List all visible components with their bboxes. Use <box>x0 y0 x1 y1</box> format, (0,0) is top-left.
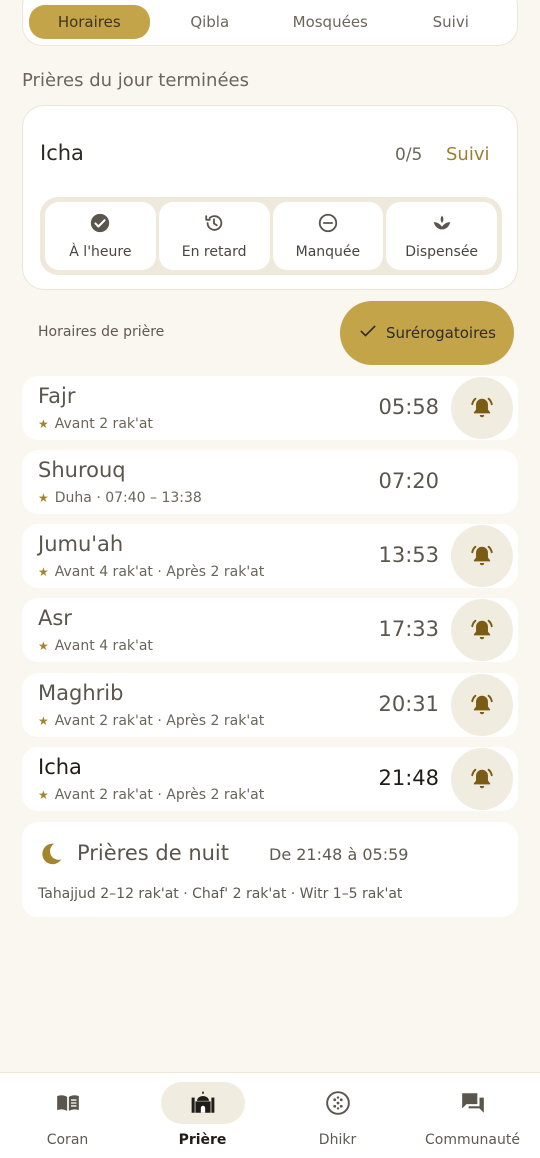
late-label: En retard <box>181 244 247 260</box>
late-button[interactable]: En retard <box>158 202 270 270</box>
tasbih-icon <box>324 1090 352 1116</box>
prayer-sunnah: ★ Avant 2 rak'at · Après 2 rak'at <box>38 787 264 803</box>
notification-bell-button[interactable] <box>451 748 513 810</box>
prayer-name: Maghrib <box>38 681 124 705</box>
star-icon: ★ <box>38 417 49 431</box>
prayer-sunnah-text: Avant 2 rak'at <box>54 416 153 432</box>
suivi-link[interactable]: Suivi <box>446 144 490 165</box>
prayer-row-asr[interactable]: Asr ★ Avant 4 rak'at 17:33 <box>22 598 518 662</box>
bell-ring-icon <box>471 397 493 418</box>
prayer-time: 17:33 <box>378 617 439 641</box>
nav-coran-label: Coran <box>46 1132 89 1148</box>
prayer-sunnah: ★ Avant 2 rak'at <box>38 416 153 432</box>
bell-ring-icon <box>471 545 493 566</box>
prayer-row-icha[interactable]: Icha ★ Avant 2 rak'at · Après 2 rak'at 21… <box>22 747 518 811</box>
prayer-time: 20:31 <box>378 692 439 716</box>
prayer-sunnah: ★ Avant 2 rak'at · Après 2 rak'at <box>38 713 264 729</box>
missed-button[interactable]: Manquée <box>272 202 384 270</box>
prayer-sunnah-text: Avant 4 rak'at <box>54 638 153 654</box>
nav-dhikr[interactable]: Dhikr <box>270 1073 405 1158</box>
night-prayers-title: Prières de nuit <box>77 841 230 865</box>
chat-icon <box>459 1090 487 1116</box>
bell-ring-icon <box>471 694 493 715</box>
prayer-time: 05:58 <box>378 395 439 419</box>
notification-bell-button[interactable] <box>451 377 513 439</box>
notification-bell-button[interactable] <box>451 599 513 661</box>
prayer-time: 07:20 <box>378 469 439 493</box>
tab-suivi[interactable]: Suivi <box>391 5 512 39</box>
prayer-count: 0/5 <box>395 145 423 165</box>
tab-horaires[interactable]: Horaires <box>29 5 150 39</box>
prayer-name: Shurouq <box>38 458 126 482</box>
missed-label: Manquée <box>295 244 361 260</box>
notification-bell-button[interactable] <box>451 525 513 587</box>
check-circle-icon <box>89 212 111 238</box>
nav-coran[interactable]: Coran <box>0 1073 135 1158</box>
prayer-sunnah: ★ Avant 4 rak'at · Après 2 rak'at <box>38 564 264 580</box>
notification-bell-button[interactable] <box>451 674 513 736</box>
prayer-sunnah-text: Avant 4 rak'at · Après 2 rak'at <box>54 564 265 580</box>
prayer-row-shurouq[interactable]: Shurouq ★ Duha · 07:40 – 13:38 07:20 <box>22 450 518 514</box>
prayer-name: Fajr <box>38 384 76 408</box>
prayer-name: Jumu'ah <box>38 532 124 556</box>
night-prayers-detail: Tahajjud 2–12 rak'at · Chaf' 2 rak'at · … <box>38 886 403 902</box>
prayer-sunnah: ★ Avant 4 rak'at <box>38 638 153 654</box>
star-icon: ★ <box>38 491 49 505</box>
prayer-row-maghrib[interactable]: Maghrib ★ Avant 2 rak'at · Après 2 rak'at… <box>22 673 518 737</box>
history-icon <box>203 212 225 238</box>
night-prayers-card[interactable]: Prières de nuit De 21:48 à 05:59 Tahajju… <box>22 822 518 917</box>
prayer-sunnah-text: Avant 2 rak'at · Après 2 rak'at <box>54 713 265 729</box>
on-time-label: À l'heure <box>69 244 132 260</box>
top-tab-bar: Horaires Qibla Mosquées Suivi <box>22 0 518 46</box>
moon-icon <box>38 841 64 867</box>
prayer-row-jumuah[interactable]: Jumu'ah ★ Avant 4 rak'at · Après 2 rak'at… <box>22 524 518 588</box>
star-icon: ★ <box>38 714 49 728</box>
current-prayer-name: Icha <box>40 141 84 165</box>
prayer-sunnah-text: Avant 2 rak'at · Après 2 rak'at <box>54 787 265 803</box>
status-options: À l'heure En retard Manquée Dispensée <box>40 197 502 275</box>
mosque-icon <box>189 1090 217 1116</box>
prayer-sunnah-text: Duha · 07:40 – 13:38 <box>54 490 202 506</box>
star-icon: ★ <box>38 639 49 653</box>
book-icon <box>54 1090 82 1116</box>
exempt-label: Dispensée <box>405 244 479 260</box>
nav-priere-label: Prière <box>178 1132 227 1148</box>
tab-qibla[interactable]: Qibla <box>150 5 271 39</box>
prayer-name: Asr <box>38 606 72 630</box>
on-time-button[interactable]: À l'heure <box>45 202 156 270</box>
nav-communaute-label: Communauté <box>425 1132 520 1148</box>
bell-ring-icon <box>471 768 493 789</box>
minus-circle-icon <box>317 212 339 238</box>
prayer-times-heading: Horaires de prière <box>38 324 165 340</box>
surerogatoires-label: Surérogatoires <box>386 324 496 342</box>
tab-mosquees[interactable]: Mosquées <box>270 5 391 39</box>
prayer-status-card: Icha 0/5 Suivi À l'heure En retard Manqu… <box>22 105 518 290</box>
nav-communaute[interactable]: Communauté <box>405 1073 540 1158</box>
lotus-icon <box>431 212 453 238</box>
prayer-name: Icha <box>38 755 82 779</box>
exempt-button[interactable]: Dispensée <box>386 202 497 270</box>
bell-ring-icon <box>471 619 493 640</box>
star-icon: ★ <box>38 788 49 802</box>
prayer-time: 13:53 <box>378 543 439 567</box>
check-icon <box>358 321 378 345</box>
prayer-time: 21:48 <box>378 766 439 790</box>
nav-dhikr-label: Dhikr <box>318 1132 357 1148</box>
night-prayers-range: De 21:48 à 05:59 <box>269 845 409 864</box>
prayer-sunnah: ★ Duha · 07:40 – 13:38 <box>38 490 202 506</box>
section-title: Prières du jour terminées <box>22 70 249 91</box>
surerogatoires-button[interactable]: Surérogatoires <box>340 301 514 365</box>
bottom-navigation: Coran Prière Dhikr Communauté <box>0 1072 540 1158</box>
prayer-row-fajr[interactable]: Fajr ★ Avant 2 rak'at 05:58 <box>22 376 518 440</box>
star-icon: ★ <box>38 565 49 579</box>
nav-priere[interactable]: Prière <box>135 1073 270 1158</box>
